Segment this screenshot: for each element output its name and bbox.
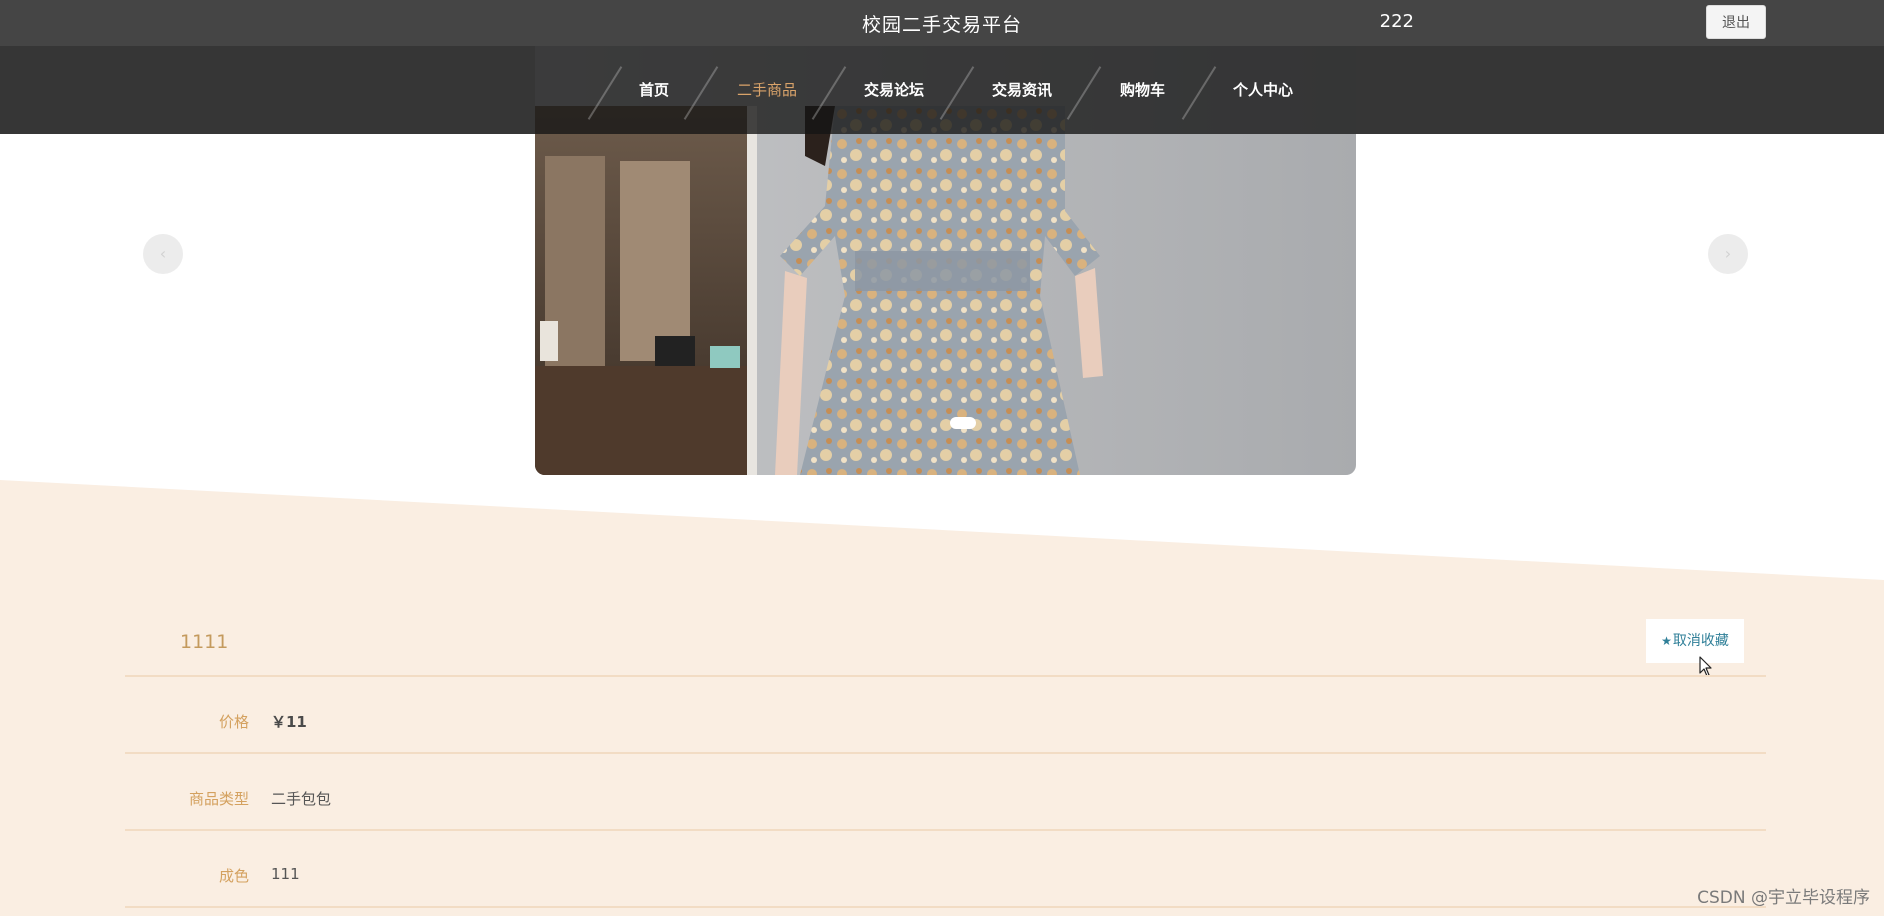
product-type-label: 商品类型 — [188, 790, 249, 808]
nav-item-trade-news[interactable]: 交易资讯 — [992, 46, 1052, 134]
main-nav: 首页 二手商品 交易论坛 交易资讯 购物车 个人中心 — [535, 46, 1356, 134]
watermark: CSDN @宇立毕设程序 — [1697, 888, 1870, 908]
chevron-right-icon: › — [1724, 244, 1732, 263]
divider — [125, 675, 1766, 677]
detail-background — [0, 480, 1884, 916]
nav-divider — [811, 66, 847, 120]
nav-divider — [939, 66, 975, 120]
carousel-next-button[interactable]: › — [1708, 234, 1748, 274]
divider — [125, 906, 1766, 908]
carousel-prev-button[interactable]: ‹ — [143, 234, 183, 274]
nav-divider — [587, 66, 623, 120]
nav-divider — [1181, 66, 1217, 120]
top-bar: 校园二手交易平台 222 退出 — [0, 0, 1884, 46]
carousel-indicator[interactable] — [950, 417, 976, 429]
nav-item-trade-forum[interactable]: 交易论坛 — [864, 46, 924, 134]
nav-divider — [1066, 66, 1102, 120]
page: 校园二手交易平台 222 退出 ‹ › 首页 二手商品 交易论坛 交易资讯 购物… — [0, 0, 1884, 916]
condition-value: 111 — [271, 865, 300, 883]
carousel-slide[interactable]: 首页 二手商品 交易论坛 交易资讯 购物车 个人中心 — [535, 46, 1356, 475]
cancel-favorite-button[interactable]: ★取消收藏 — [1646, 619, 1744, 663]
cancel-favorite-label: 取消收藏 — [1672, 633, 1729, 649]
nav-divider — [683, 66, 719, 120]
nav-item-cart[interactable]: 购物车 — [1120, 46, 1165, 134]
condition-label: 成色 — [218, 867, 249, 885]
product-title: 1111 — [180, 631, 229, 653]
star-icon: ★ — [1661, 634, 1672, 648]
nav-item-home[interactable]: 首页 — [639, 46, 669, 134]
price-label: 价格 — [218, 713, 249, 731]
divider — [125, 752, 1766, 754]
divider — [125, 829, 1766, 831]
nav-item-second-hand-goods[interactable]: 二手商品 — [737, 46, 797, 134]
product-type-value: 二手包包 — [271, 790, 332, 808]
username: 222 — [1379, 11, 1414, 32]
logout-button[interactable]: 退出 — [1706, 5, 1766, 39]
nav-item-personal-center[interactable]: 个人中心 — [1233, 46, 1293, 134]
chevron-left-icon: ‹ — [159, 244, 167, 263]
price-value: ￥11 — [271, 713, 307, 731]
site-title: 校园二手交易平台 — [861, 14, 1022, 36]
